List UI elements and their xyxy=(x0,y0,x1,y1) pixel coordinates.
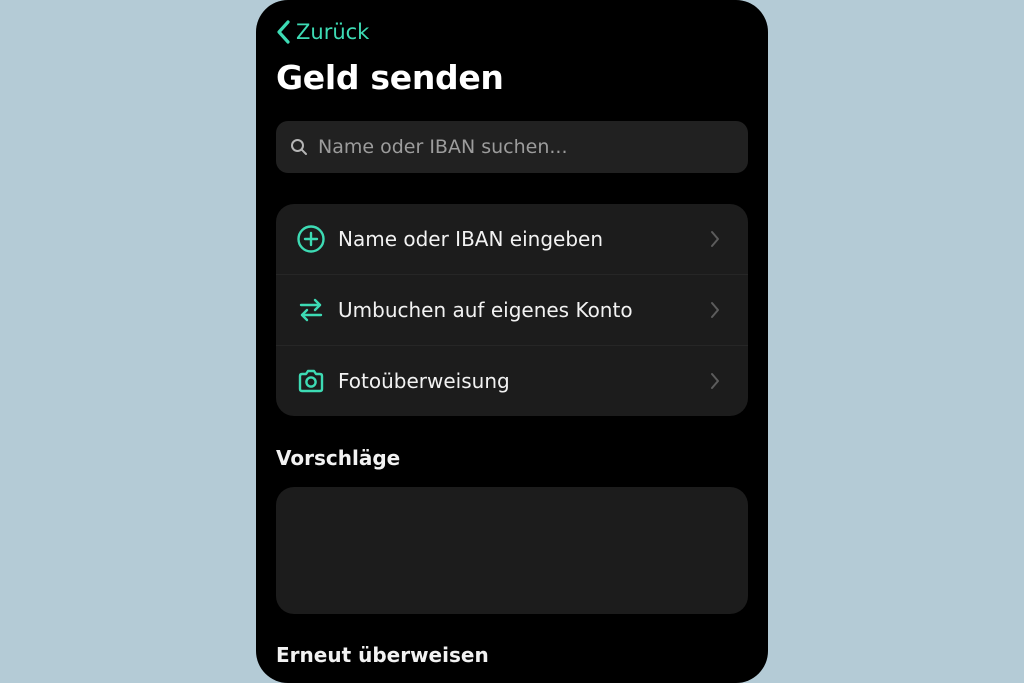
chevron-right-icon xyxy=(711,231,719,247)
chevron-right-icon xyxy=(711,302,719,318)
back-label: Zurück xyxy=(296,20,370,44)
back-button[interactable]: Zurück xyxy=(276,18,369,46)
search-icon xyxy=(291,139,307,155)
send-options-list: Name oder IBAN eingeben Umbuchen auf eig… xyxy=(276,204,748,416)
suggestions-card xyxy=(276,487,748,614)
menu-item-own-account-transfer[interactable]: Umbuchen auf eigenes Konto xyxy=(276,274,748,345)
plus-circle-icon xyxy=(296,224,326,254)
suggestions-heading: Vorschläge xyxy=(276,446,401,470)
menu-item-label: Name oder IBAN eingeben xyxy=(338,227,604,251)
camera-icon xyxy=(296,366,326,396)
menu-item-label: Fotoüberweisung xyxy=(338,369,510,393)
page-title: Geld senden xyxy=(276,58,504,97)
menu-item-label: Umbuchen auf eigenes Konto xyxy=(338,298,633,322)
menu-item-photo-transfer[interactable]: Fotoüberweisung xyxy=(276,345,748,416)
chevron-right-icon xyxy=(711,373,719,389)
transfer-arrows-icon xyxy=(296,295,326,325)
search-bar[interactable] xyxy=(276,121,748,173)
phone-screen: Zurück Geld senden Name oder IBAN eingeb… xyxy=(256,0,768,683)
menu-item-enter-iban[interactable]: Name oder IBAN eingeben xyxy=(276,204,748,274)
repeat-transfer-heading: Erneut überweisen xyxy=(276,643,489,667)
chevron-left-icon xyxy=(277,20,290,44)
search-input[interactable] xyxy=(318,136,718,158)
